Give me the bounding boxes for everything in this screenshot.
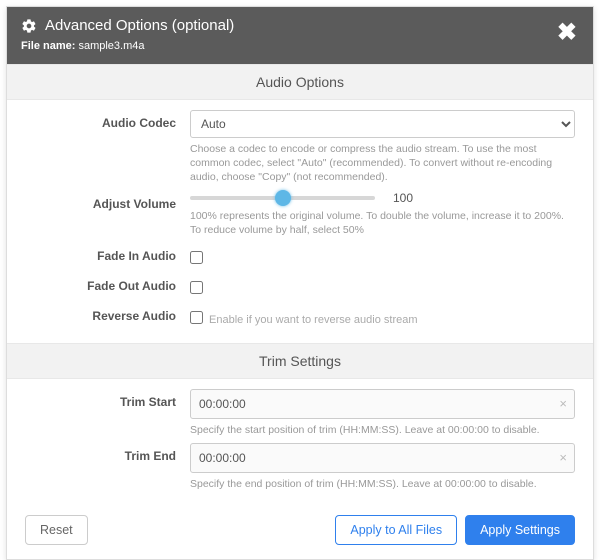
trim-end-help: Specify the end position of trim (HH:MM:…: [190, 477, 575, 491]
trim-start-label: Trim Start: [25, 389, 190, 409]
filename-value: sample3.m4a: [78, 40, 144, 52]
reverse-audio-help: Enable if you want to reverse audio stre…: [209, 314, 418, 326]
modal-footer: Reset Apply to All Files Apply Settings: [7, 505, 593, 559]
modal-header: Advanced Options (optional) File name: s…: [7, 7, 593, 64]
clear-icon[interactable]: ×: [559, 450, 567, 465]
filename-label: File name:: [21, 40, 75, 52]
close-icon[interactable]: ✖: [557, 21, 577, 45]
audio-codec-select[interactable]: Auto: [190, 110, 575, 138]
trim-start-help: Specify the start position of trim (HH:M…: [190, 423, 575, 437]
trim-end-label: Trim End: [25, 443, 190, 463]
reverse-audio-checkbox[interactable]: [190, 311, 203, 324]
gear-icon: [21, 18, 37, 34]
trim-end-input[interactable]: [190, 443, 575, 473]
reverse-audio-label: Reverse Audio: [25, 303, 190, 323]
modal-title: Advanced Options (optional): [45, 17, 234, 34]
trim-start-input[interactable]: [190, 389, 575, 419]
audio-options-title: Audio Options: [7, 64, 593, 100]
audio-codec-label: Audio Codec: [25, 110, 190, 130]
fade-out-checkbox[interactable]: [190, 281, 203, 294]
volume-value: 100: [393, 191, 413, 205]
fade-in-label: Fade In Audio: [25, 243, 190, 263]
volume-slider[interactable]: [190, 196, 375, 200]
fade-out-label: Fade Out Audio: [25, 273, 190, 293]
clear-icon[interactable]: ×: [559, 396, 567, 411]
advanced-options-modal: Advanced Options (optional) File name: s…: [6, 6, 594, 560]
fade-in-checkbox[interactable]: [190, 251, 203, 264]
adjust-volume-label: Adjust Volume: [25, 191, 190, 211]
audio-codec-help: Choose a codec to encode or compress the…: [190, 142, 575, 185]
trim-settings-title: Trim Settings: [7, 343, 593, 379]
volume-help: 100% represents the original volume. To …: [190, 209, 575, 237]
